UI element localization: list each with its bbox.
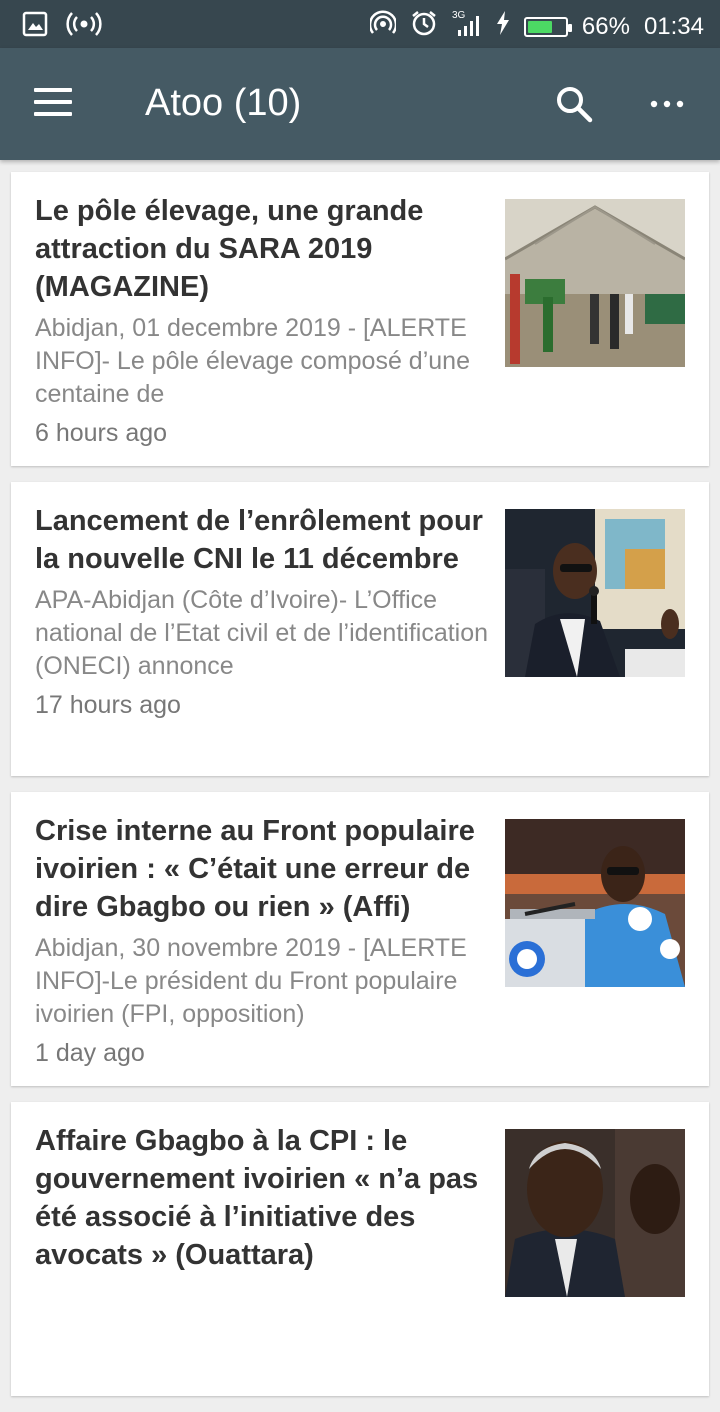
article-card[interactable]: Lancement de l’enrôlement pour la nouvel… bbox=[11, 482, 709, 776]
battery-percent: 66% bbox=[581, 12, 630, 40]
status-bar: 3G 66% 01:34 bbox=[0, 0, 720, 48]
article-excerpt: APA-Abidjan (Côte d’Ivoire)- L’Office na… bbox=[35, 586, 489, 680]
article-excerpt: Abidjan, 30 novembre 2019 - [ALERTE INFO… bbox=[35, 934, 467, 1028]
article-title[interactable]: Lancement de l’enrôlement pour la nouvel… bbox=[35, 502, 495, 578]
alarm-clock-icon bbox=[410, 9, 438, 44]
hamburger-line bbox=[34, 112, 72, 116]
article-text: Crise interne au Front populaire ivoirie… bbox=[35, 812, 495, 1068]
charging-bolt-icon bbox=[496, 11, 510, 42]
article-text: Le pôle élevage, une grande attraction d… bbox=[35, 192, 495, 448]
article-title[interactable]: Affaire Gbagbo à la CPI : le gouvernemen… bbox=[35, 1122, 495, 1274]
menu-button[interactable] bbox=[34, 88, 78, 120]
network-type-label: 3G bbox=[452, 10, 466, 21]
more-vertical-icon bbox=[650, 100, 684, 108]
battery-icon bbox=[523, 16, 572, 37]
article-excerpt: Abidjan, 01 decembre 2019 - [ALERTE INFO… bbox=[35, 314, 470, 408]
article-time: 6 hours ago bbox=[35, 419, 168, 447]
battery-level-fill bbox=[527, 20, 552, 33]
hotspot-icon bbox=[368, 10, 398, 43]
signal-strength-icon: 3G bbox=[452, 8, 482, 45]
hamburger-menu-icon bbox=[34, 88, 72, 92]
article-thumbnail[interactable] bbox=[505, 199, 685, 367]
article-time: 17 hours ago bbox=[35, 691, 181, 719]
article-list: Le pôle élevage, une grande attraction d… bbox=[11, 172, 709, 1412]
article-thumbnail[interactable] bbox=[505, 509, 685, 677]
search-button[interactable] bbox=[554, 84, 594, 124]
gallery-notification-icon bbox=[22, 11, 48, 42]
article-text: Lancement de l’enrôlement pour la nouvel… bbox=[35, 502, 495, 720]
hotspot-broadcast-icon bbox=[66, 10, 102, 43]
article-title[interactable]: Crise interne au Front populaire ivoirie… bbox=[35, 812, 495, 926]
article-thumbnail[interactable] bbox=[505, 819, 685, 987]
article-card[interactable]: Le pôle élevage, une grande attraction d… bbox=[11, 172, 709, 466]
article-card[interactable]: Affaire Gbagbo à la CPI : le gouvernemen… bbox=[11, 1102, 709, 1396]
article-text: Affaire Gbagbo à la CPI : le gouvernemen… bbox=[35, 1122, 495, 1274]
page-title: Atoo (10) bbox=[145, 82, 302, 124]
article-card[interactable]: Crise interne au Front populaire ivoirie… bbox=[11, 792, 709, 1086]
search-icon bbox=[557, 87, 593, 123]
hamburger-line bbox=[34, 100, 72, 104]
clock: 01:34 bbox=[643, 12, 704, 40]
overflow-menu-button[interactable] bbox=[650, 90, 690, 120]
article-title[interactable]: Le pôle élevage, une grande attraction d… bbox=[35, 192, 495, 306]
article-thumbnail[interactable] bbox=[505, 1129, 685, 1297]
article-time: 1 day ago bbox=[35, 1039, 145, 1067]
app-bar: Atoo (10) bbox=[0, 48, 720, 160]
